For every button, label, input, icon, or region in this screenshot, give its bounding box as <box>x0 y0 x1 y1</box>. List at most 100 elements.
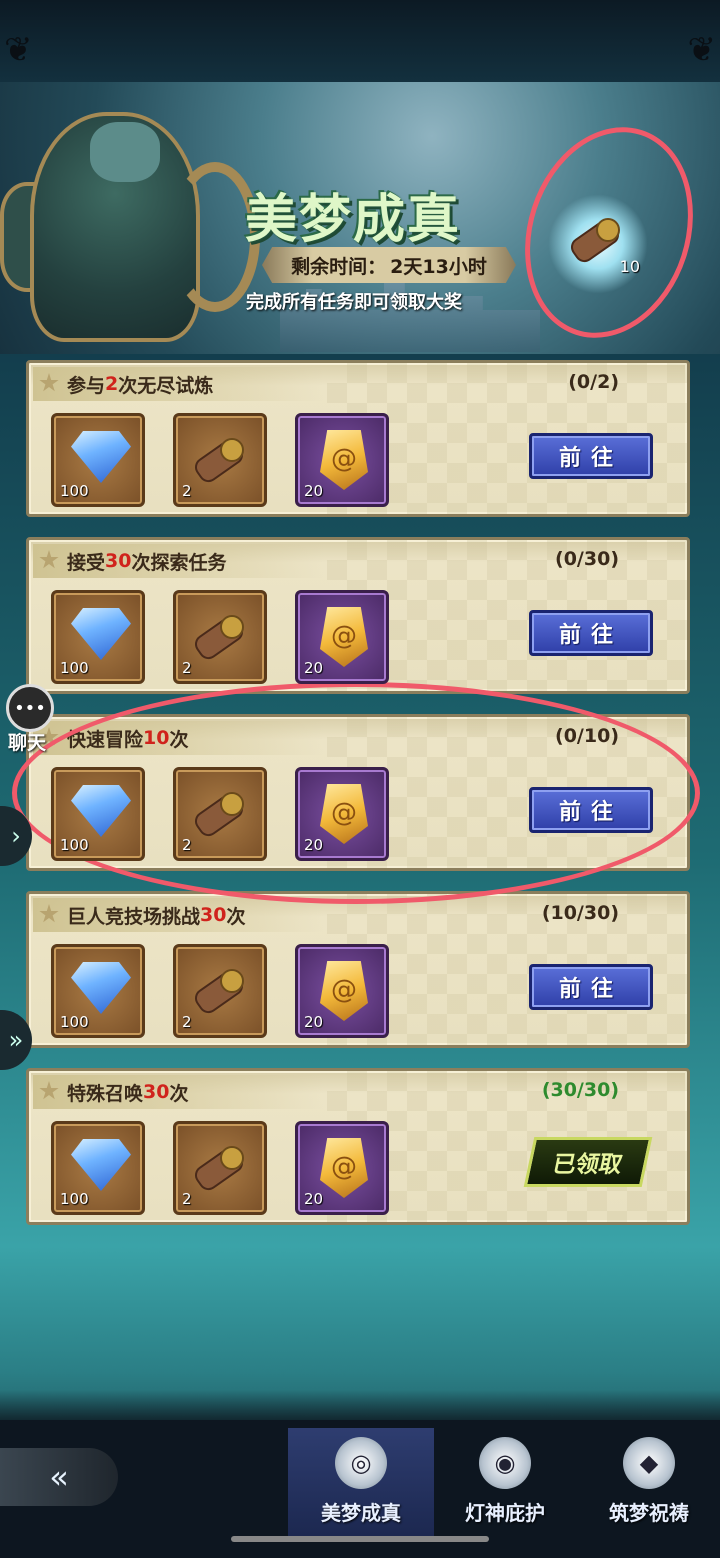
star-icon <box>39 550 59 569</box>
vine-ornament-right: ❦ <box>687 30 717 70</box>
go-button[interactable]: 前往 <box>529 964 653 1010</box>
reward-qty: 20 <box>304 1013 324 1031</box>
diamond-icon <box>71 608 131 660</box>
chat-button[interactable]: ••• 聊天 <box>0 682 62 754</box>
reward-list: 100 2 @20 <box>51 1121 389 1215</box>
tab-lamp-genie[interactable]: ◉ 灯神庇护 <box>432 1428 578 1536</box>
back-arrow-icon: « <box>49 1458 69 1496</box>
reward-diamond[interactable]: 100 <box>51 590 145 684</box>
remaining-time-value: 2天13小时 <box>390 255 487 278</box>
task-card: 巨人竞技场挑战 30 次 (10/30) 100 2 @20 前往 <box>26 891 690 1048</box>
reward-scroll[interactable]: 2 <box>173 767 267 861</box>
reward-qty: 100 <box>60 659 89 677</box>
reward-qty: 20 <box>304 836 324 854</box>
tab-dream-prayer[interactable]: ◆ 筑梦祝祷 <box>576 1428 720 1536</box>
task-title-suffix: 次探索任务 <box>131 551 227 574</box>
reward-scroll[interactable]: 2 <box>173 590 267 684</box>
chat-label: 聊天 <box>8 732 47 754</box>
reward-scroll[interactable]: 2 <box>173 1121 267 1215</box>
tab-dream-come-true[interactable]: ◎ 美梦成真 <box>288 1428 434 1536</box>
tab-label: 美梦成真 <box>321 1501 401 1525</box>
task-title-prefix: 参与 <box>67 374 106 397</box>
go-button[interactable]: 前往 <box>529 610 653 656</box>
task-progress: (30/30) <box>541 1079 619 1101</box>
reward-diamond[interactable]: 100 <box>51 413 145 507</box>
top-frame: ❦ ❦ <box>0 0 720 82</box>
task-progress: (0/30) <box>555 548 619 570</box>
task-progress: (10/30) <box>541 902 619 924</box>
scroll-icon <box>190 788 256 844</box>
vine-ornament-left: ❦ <box>4 30 33 70</box>
star-icon <box>39 1081 59 1100</box>
task-title-suffix: 次无尽试炼 <box>118 374 214 397</box>
crystal-icon: ◆ <box>623 1437 675 1489</box>
remaining-time-label: 剩余时间： <box>291 255 387 278</box>
reward-qty: 100 <box>60 482 89 500</box>
task-progress: (0/2) <box>568 371 619 393</box>
reward-qty: 20 <box>304 1190 324 1208</box>
dream-icon: ◎ <box>335 1437 387 1489</box>
home-indicator <box>231 1536 489 1542</box>
reward-scroll[interactable]: 2 <box>173 944 267 1038</box>
reward-qty: 2 <box>182 836 192 854</box>
reward-qty: 2 <box>182 659 192 677</box>
task-title: 巨人竞技场挑战 30 次 <box>33 898 323 932</box>
go-button[interactable]: 前往 <box>529 433 653 479</box>
reward-qty: 20 <box>304 482 324 500</box>
reward-qty: 2 <box>182 1190 192 1208</box>
task-title-count: 30 <box>200 904 227 926</box>
diamond-icon <box>71 785 131 837</box>
back-button[interactable]: « <box>0 1448 118 1506</box>
reward-qty: 2 <box>182 1013 192 1031</box>
task-progress: (0/10) <box>555 725 619 747</box>
reward-rune[interactable]: @20 <box>295 590 389 684</box>
task-title: 参与 2 次无尽试炼 <box>33 367 323 401</box>
task-card: 特殊召唤 30 次 (30/30) 100 2 @20 已领取 <box>26 1068 690 1225</box>
hero-face <box>90 122 160 182</box>
reward-qty: 100 <box>60 1190 89 1208</box>
task-title-suffix: 次 <box>226 905 246 928</box>
reward-qty: 2 <box>182 482 192 500</box>
event-title: 美梦成真 <box>245 189 462 250</box>
task-title-count: 30 <box>105 550 132 572</box>
claimed-badge: 已领取 <box>523 1137 653 1187</box>
diamond-icon <box>71 431 131 483</box>
task-card: 接受 30 次探索任务 (0/30) 100 2 @20 前往 <box>26 537 690 694</box>
scroll-icon <box>190 1142 256 1198</box>
tab-label: 筑梦祝祷 <box>609 1501 689 1525</box>
reward-rune[interactable]: @20 <box>295 944 389 1038</box>
diamond-icon <box>71 1139 131 1191</box>
scroll-icon <box>190 965 256 1021</box>
task-list: 参与 2 次无尽试炼 (0/2) 100 2 @20 前往 接受 30 次探索任务 (0/3… <box>26 360 690 1245</box>
reward-qty: 100 <box>60 836 89 854</box>
reward-rune[interactable]: @20 <box>295 1121 389 1215</box>
tab-label: 灯神庇护 <box>465 1501 545 1525</box>
reward-qty: 100 <box>60 1013 89 1031</box>
task-title: 特殊召唤 30 次 <box>33 1075 323 1109</box>
reward-diamond[interactable]: 100 <box>51 944 145 1038</box>
reward-list: 100 2 @20 <box>51 767 389 861</box>
scroll-icon <box>190 434 256 490</box>
hero-character-art <box>0 92 260 354</box>
reward-scroll[interactable]: 2 <box>173 413 267 507</box>
task-card: 参与 2 次无尽试炼 (0/2) 100 2 @20 前往 <box>26 360 690 517</box>
reward-diamond[interactable]: 100 <box>51 767 145 861</box>
go-button[interactable]: 前往 <box>529 787 653 833</box>
task-title-prefix: 接受 <box>67 551 106 574</box>
task-title-prefix: 巨人竞技场挑战 <box>67 905 201 928</box>
task-title-suffix: 次 <box>169 1082 189 1105</box>
task-title-count: 30 <box>143 1081 170 1103</box>
lamp-genie-icon: ◉ <box>479 1437 531 1489</box>
event-description: 完成所有任务即可领取大奖 <box>246 292 462 313</box>
reward-list: 100 2 @20 <box>51 944 389 1038</box>
star-icon <box>39 904 59 923</box>
reward-diamond[interactable]: 100 <box>51 1121 145 1215</box>
chat-bubble-icon: ••• <box>6 684 54 732</box>
task-title-count: 2 <box>105 373 119 395</box>
diamond-icon <box>71 962 131 1014</box>
reward-rune[interactable]: @20 <box>295 413 389 507</box>
remaining-time-pill: 剩余时间： 2天13小时 <box>262 247 516 283</box>
reward-rune[interactable]: @20 <box>295 767 389 861</box>
star-icon <box>39 373 59 392</box>
task-title-prefix: 特殊召唤 <box>67 1082 144 1105</box>
